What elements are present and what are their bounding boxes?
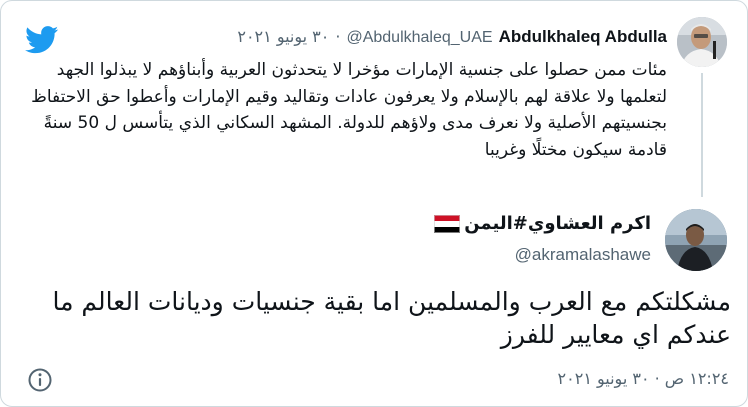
main-author-name[interactable]: اكرم العشاوي#اليمن bbox=[464, 213, 651, 234]
main-author-handle[interactable]: @akramalashawe bbox=[515, 245, 651, 265]
main-tweet-text: مشكلتكم مع العرب والمسلمين اما بقية جنسي… bbox=[52, 287, 731, 349]
info-icon[interactable] bbox=[27, 367, 53, 393]
parent-author-name[interactable]: Abdulkhaleq Abdulla bbox=[499, 27, 667, 47]
parent-author-handle[interactable]: @Abdulkhaleq_UAE bbox=[346, 29, 492, 47]
main-author-avatar[interactable] bbox=[665, 209, 727, 271]
yemen-flag-icon bbox=[434, 214, 461, 233]
parent-tweet-header: Abdulkhaleq Abdulla @Abdulkhaleq_UAE · ٣… bbox=[237, 27, 667, 47]
thread-connector-line bbox=[701, 73, 703, 197]
parent-tweet-text: مئات ممن حصلوا على جنسية الإمارات مؤخرا … bbox=[31, 60, 667, 160]
header-separator: · bbox=[335, 27, 341, 46]
main-author-name-row[interactable]: اكرم العشاوي#اليمن bbox=[430, 213, 651, 234]
twitter-bird-icon[interactable] bbox=[25, 26, 59, 54]
main-tweet-timestamp[interactable]: ١٢:٢٤ ص · ٣٠ يونيو ٢٠٢١ bbox=[558, 369, 729, 388]
parent-author-avatar[interactable] bbox=[677, 17, 727, 67]
parent-tweet-date[interactable]: ٣٠ يونيو ٢٠٢١ bbox=[237, 27, 329, 46]
embedded-tweet-card: Abdulkhaleq Abdulla @Abdulkhaleq_UAE · ٣… bbox=[0, 0, 748, 407]
